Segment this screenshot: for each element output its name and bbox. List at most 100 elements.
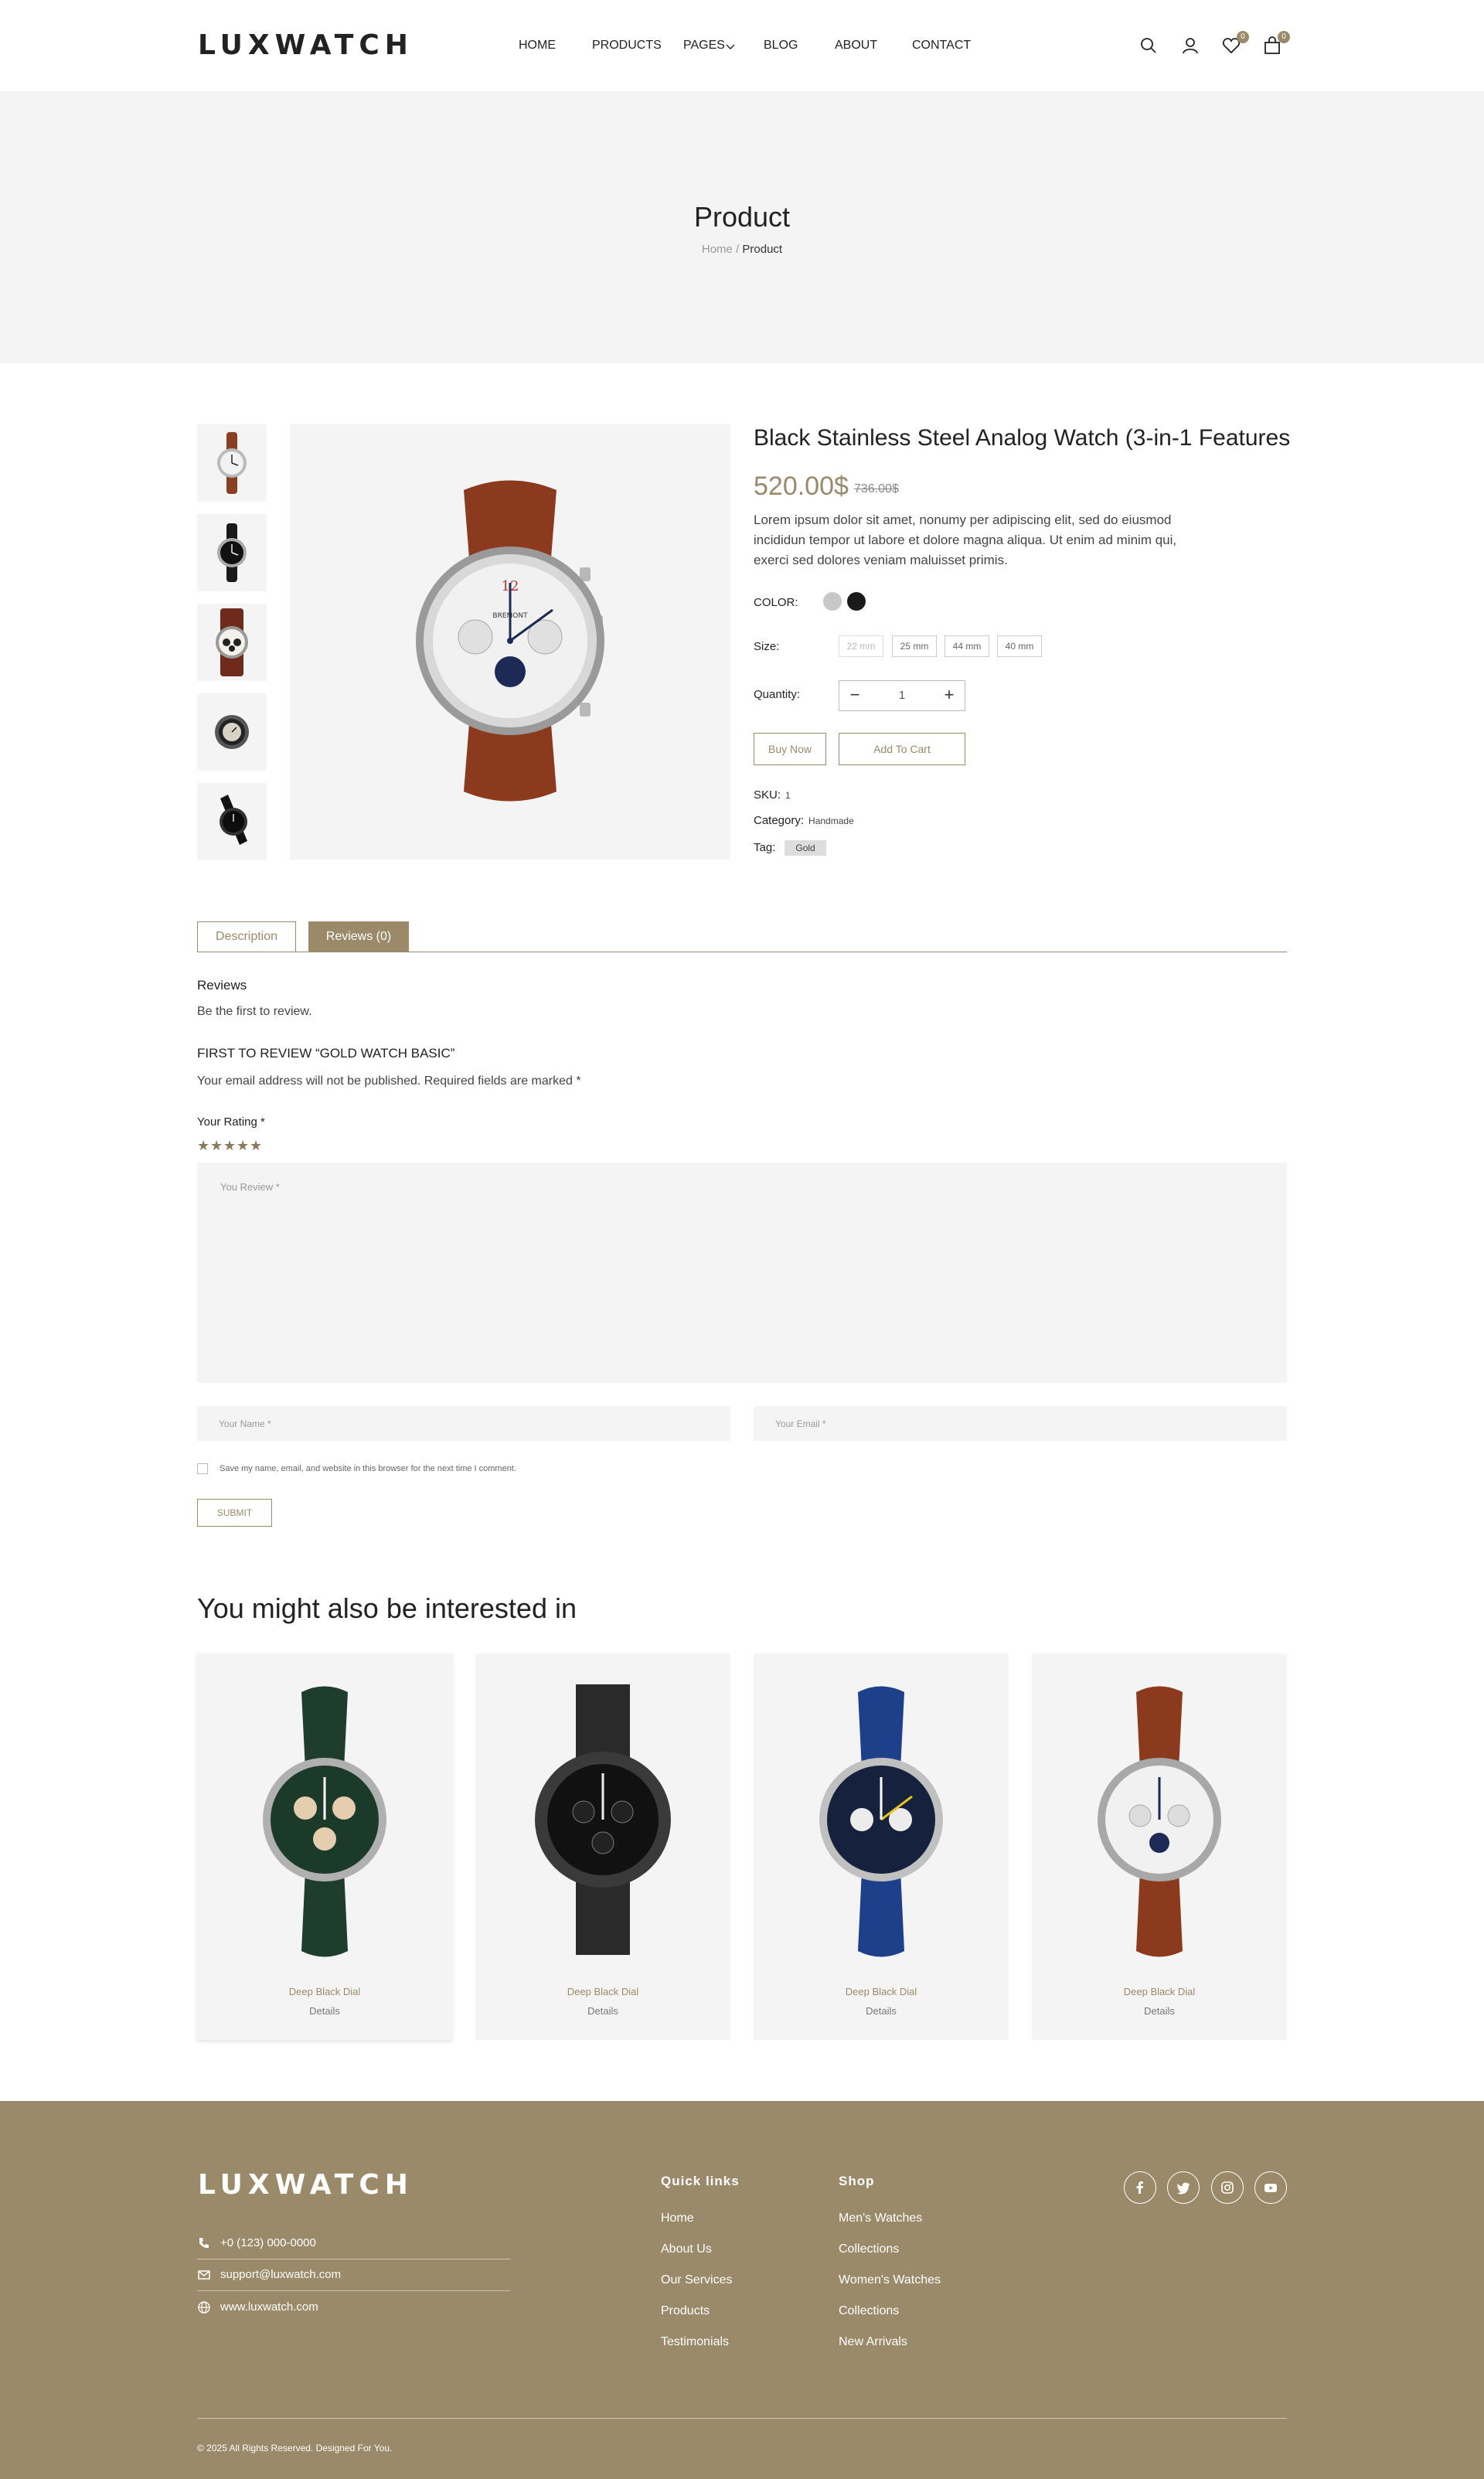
footer-phone-text[interactable]: +0 (123) 000-0000 — [220, 2236, 316, 2249]
gallery-thumbnail[interactable] — [197, 783, 267, 860]
email-field[interactable]: Your Email * — [754, 1406, 1287, 1441]
search-icon[interactable] — [1139, 36, 1159, 56]
product-card-name[interactable]: Deep Black Dial — [754, 1986, 1009, 1997]
size-option[interactable]: 22 mm — [839, 635, 883, 657]
reviews-heading: Reviews — [197, 978, 247, 993]
nav-home[interactable]: HOME — [519, 39, 556, 53]
add-to-cart-button[interactable]: Add To Cart — [839, 733, 965, 765]
product-image — [263, 1686, 386, 1957]
cart-button[interactable]: 0 — [1262, 31, 1290, 56]
star-icon[interactable]: ★ — [237, 1138, 249, 1154]
star-icon[interactable]: ★ — [223, 1138, 236, 1154]
product-card-details-link[interactable]: Details — [1032, 2005, 1287, 2017]
product-card-name[interactable]: Deep Black Dial — [197, 1986, 452, 1997]
twitter-icon — [1176, 2182, 1190, 2195]
user-icon[interactable] — [1180, 36, 1200, 56]
instagram-button[interactable] — [1211, 2171, 1244, 2204]
breadcrumb-current: Product — [742, 243, 783, 256]
facebook-button[interactable] — [1124, 2171, 1156, 2204]
product-description: Lorem ipsum dolor sit amet, nonumy per a… — [754, 512, 1177, 567]
wishlist-button[interactable]: 0 — [1221, 31, 1249, 56]
footer-link-new-arrivals[interactable]: New Arrivals — [839, 2335, 907, 2349]
wishlist-count-badge: 0 — [1237, 31, 1249, 43]
gallery-thumbnail[interactable] — [197, 693, 267, 771]
footer-email-text[interactable]: support@luxwatch.com — [220, 2268, 341, 2281]
footer-link-products[interactable]: Products — [661, 2304, 710, 2318]
product-main-image[interactable]: 12 BREMONT — [290, 424, 730, 860]
page: LUXWATCH HOME PRODUCTS PAGES BLOG ABOUT … — [0, 0, 1484, 2479]
star-icon[interactable]: ★ — [197, 1138, 209, 1154]
category-link[interactable]: Handmade — [808, 816, 854, 826]
gallery-thumbnail[interactable] — [197, 514, 267, 591]
footer-link-mens-watches[interactable]: Men's Watches — [839, 2212, 922, 2225]
quantity-label: Quantity: — [754, 688, 801, 701]
quantity-input[interactable]: 1 — [870, 681, 934, 710]
review-form-title: FIRST TO REVIEW “GOLD WATCH BASIC” — [197, 1046, 455, 1061]
footer-link-testimonials[interactable]: Testimonials — [661, 2335, 729, 2349]
product-card-details-link[interactable]: Details — [754, 2005, 1009, 2017]
tab-description[interactable]: Description — [197, 921, 296, 952]
nav-contact[interactable]: CONTACT — [912, 39, 971, 53]
instagram-icon — [1221, 2181, 1234, 2194]
page-banner: Product Home / Product — [0, 91, 1484, 363]
minus-icon[interactable]: − — [839, 681, 870, 710]
size-label: Size: — [754, 640, 780, 653]
footer-website-text[interactable]: www.luxwatch.com — [220, 2300, 318, 2314]
logo[interactable]: LUXWATCH — [198, 29, 414, 61]
footer-link-womens-watches[interactable]: Women's Watches — [839, 2273, 941, 2287]
footer-link-collections[interactable]: Collections — [839, 2304, 899, 2318]
product-card-details-link[interactable]: Details — [197, 2005, 452, 2017]
product-image — [535, 1684, 671, 1955]
size-option[interactable]: 44 mm — [945, 635, 989, 657]
youtube-icon — [1264, 2184, 1277, 2192]
nav-blog[interactable]: BLOG — [764, 39, 798, 53]
size-option[interactable]: 40 mm — [997, 635, 1042, 657]
divider — [197, 2290, 510, 2291]
footer-website: www.luxwatch.com — [197, 2293, 510, 2324]
product-card[interactable]: Deep Black Dial Details — [1032, 1653, 1287, 2040]
footer-link-collections[interactable]: Collections — [839, 2242, 899, 2256]
quantity-stepper: − 1 + — [839, 680, 965, 711]
product-card-details-link[interactable]: Details — [475, 2005, 730, 2017]
twitter-button[interactable] — [1167, 2171, 1200, 2204]
star-icon[interactable]: ★ — [210, 1138, 223, 1154]
save-info-checkbox[interactable] — [197, 1463, 208, 1474]
page-title: Product — [693, 201, 791, 233]
footer-link-home[interactable]: Home — [661, 2212, 694, 2225]
tab-reviews[interactable]: Reviews (0) — [308, 921, 409, 952]
footer-link-services[interactable]: Our Services — [661, 2273, 732, 2287]
gallery-thumbnail[interactable] — [197, 424, 267, 502]
name-field[interactable]: Your Name * — [197, 1406, 730, 1441]
product-category: Category: Handmade — [754, 814, 854, 827]
color-label: COLOR: — [754, 596, 798, 609]
footer-email: support@luxwatch.com — [197, 2260, 510, 2291]
product-sku: SKU: 1 — [754, 788, 791, 802]
product-card-name[interactable]: Deep Black Dial — [1032, 1986, 1287, 1997]
nav-products[interactable]: PRODUCTS — [592, 39, 662, 53]
review-textarea[interactable]: You Review * — [197, 1163, 1287, 1383]
breadcrumb-home[interactable]: Home — [702, 243, 733, 256]
buy-now-button[interactable]: Buy Now — [754, 733, 826, 765]
nav-about[interactable]: ABOUT — [835, 39, 877, 53]
submit-button[interactable]: SUBMIT — [197, 1499, 272, 1527]
product-tag: Tag: Gold — [754, 840, 826, 856]
footer-logo[interactable]: LUXWATCH — [198, 2169, 414, 2201]
chevron-down-icon[interactable] — [725, 42, 736, 53]
name-placeholder: Your Name * — [219, 1418, 271, 1429]
product-card[interactable]: Deep Black Dial Details — [197, 1653, 452, 2040]
nav-pages[interactable]: PAGES — [683, 39, 725, 53]
product-card[interactable]: Deep Black Dial Details — [475, 1653, 730, 2040]
gallery-thumbnail[interactable] — [197, 604, 267, 681]
color-swatch-black[interactable] — [847, 592, 866, 611]
site-header: LUXWATCH HOME PRODUCTS PAGES BLOG ABOUT … — [0, 0, 1484, 91]
footer-link-about[interactable]: About Us — [661, 2242, 712, 2256]
mail-icon — [198, 2270, 210, 2280]
youtube-button[interactable] — [1254, 2171, 1287, 2204]
color-swatch-silver[interactable] — [823, 592, 842, 611]
plus-icon[interactable]: + — [934, 681, 965, 710]
size-option[interactable]: 25 mm — [892, 635, 937, 657]
product-card[interactable]: Deep Black Dial Details — [754, 1653, 1009, 2040]
tag-badge[interactable]: Gold — [785, 840, 826, 856]
product-card-name[interactable]: Deep Black Dial — [475, 1986, 730, 1997]
star-icon[interactable]: ★ — [250, 1138, 262, 1154]
